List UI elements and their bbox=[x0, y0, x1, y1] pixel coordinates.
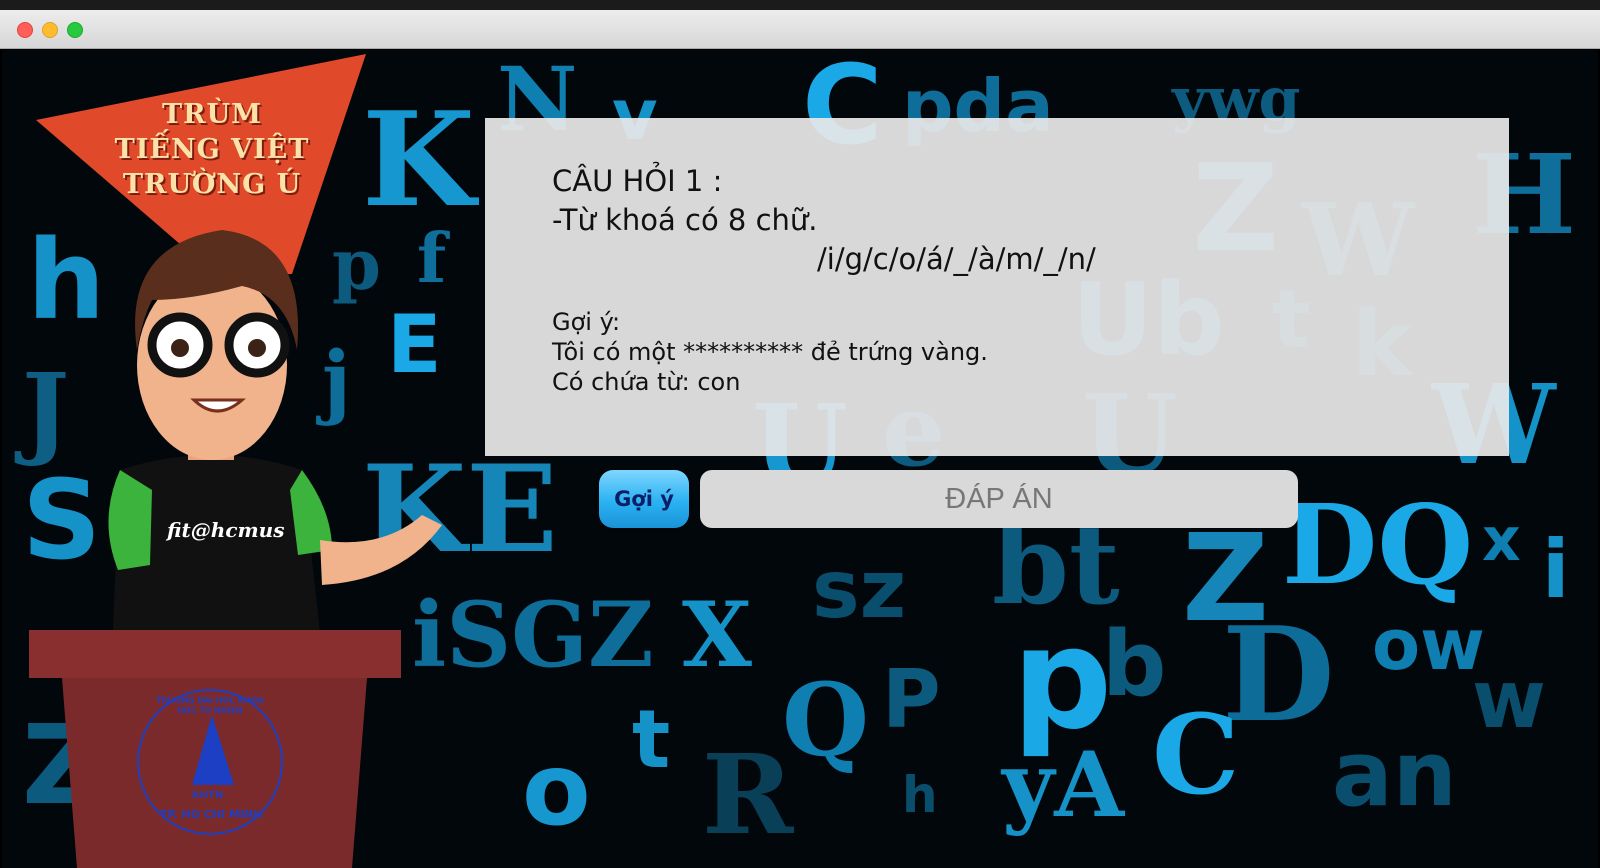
logo-line-3: TRƯỜNG Ú bbox=[122, 169, 302, 200]
question-pattern: /i/g/c/o/á/_/à/m/_/n/ bbox=[817, 242, 1096, 276]
podium-top bbox=[29, 630, 401, 678]
seal-bottom-text: TP. HO CHI MINH bbox=[160, 808, 263, 821]
zoom-window-button[interactable] bbox=[67, 22, 83, 38]
host-arm bbox=[320, 515, 442, 585]
hint-contains: Có chứa từ: con bbox=[552, 368, 741, 396]
shirt-text: fit@hcmus bbox=[167, 518, 285, 542]
hint-button[interactable]: Gợi ý bbox=[599, 470, 689, 528]
question-title: CÂU HỎI 1 : bbox=[552, 164, 723, 198]
question-description: -Từ khoá có 8 chữ. bbox=[552, 203, 818, 237]
hint-text: Tôi có một ********** đẻ trứng vàng. bbox=[552, 338, 988, 366]
app-window: N v C pda ywg K Z W H h p f Ub t k E j J… bbox=[0, 10, 1600, 868]
seal-mid-text: KHTN bbox=[192, 790, 224, 801]
answer-input[interactable] bbox=[700, 470, 1298, 528]
logo-line-1: TRÙM bbox=[162, 99, 262, 130]
minimize-window-button[interactable] bbox=[42, 22, 58, 38]
game-logo: TRÙM TIẾNG VIỆT TRƯỜNG Ú bbox=[97, 97, 327, 202]
close-window-button[interactable] bbox=[17, 22, 33, 38]
game-stage: N v C pda ywg K Z W H h p f Ub t k E j J… bbox=[2, 50, 1598, 868]
seal-top-text: TRUONG DAI HOC KHOA HOC TU NHIEN bbox=[156, 696, 264, 715]
question-card: CÂU HỎI 1 : -Từ khoá có 8 chữ. /i/g/c/o/… bbox=[485, 118, 1509, 456]
hint-label: Gợi ý: bbox=[552, 308, 621, 336]
title-bar bbox=[0, 10, 1600, 49]
logo-line-2: TIẾNG VIỆT bbox=[114, 134, 310, 165]
